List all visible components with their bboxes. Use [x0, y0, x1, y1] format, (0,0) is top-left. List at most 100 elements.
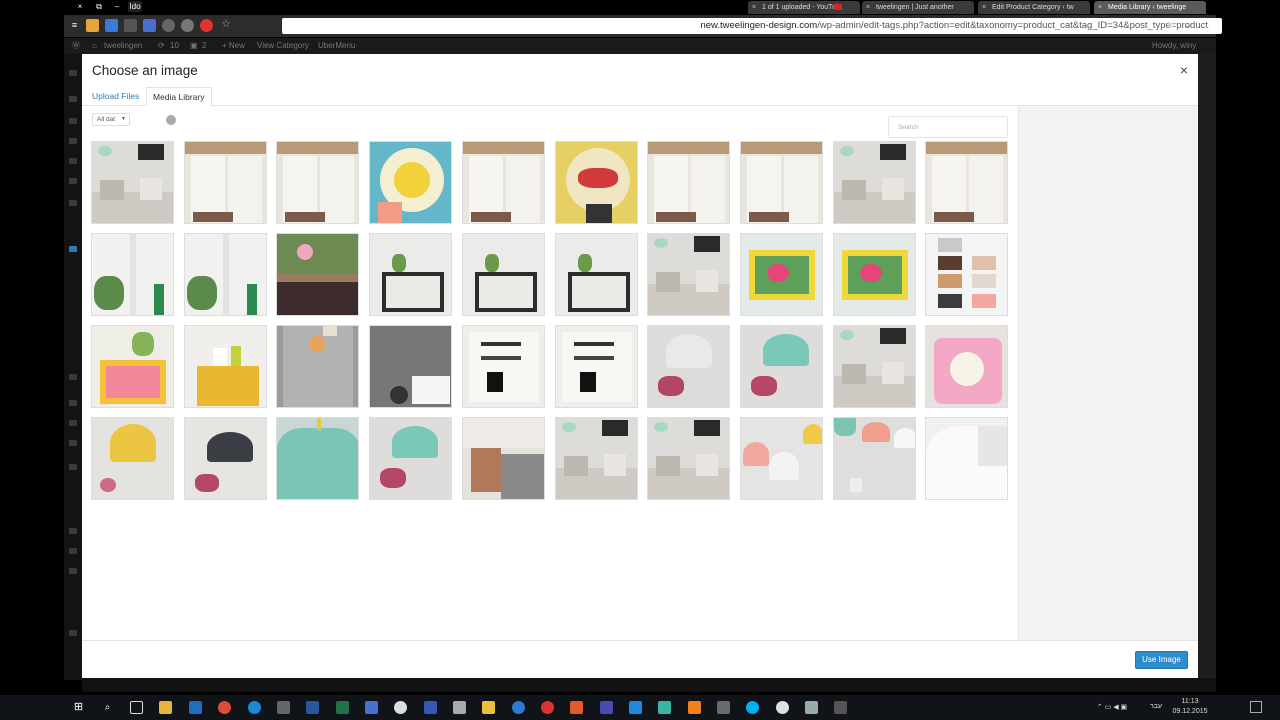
settings-icon[interactable] — [69, 464, 77, 470]
calculator-icon[interactable] — [453, 701, 466, 714]
forward-icon[interactable]: → — [1200, 19, 1213, 32]
settings-extension-icon[interactable] — [200, 19, 213, 32]
media-thumbnail[interactable] — [462, 141, 545, 224]
tab-tweelingen-home[interactable]: × tweelingen | Just another — [862, 1, 974, 14]
minimize-window-icon[interactable]: – — [111, 1, 123, 12]
media-thumbnail[interactable] — [91, 141, 174, 224]
media-thumbnail[interactable] — [369, 417, 452, 500]
plugin-extra-icon[interactable] — [69, 528, 77, 534]
media-thumbnail[interactable] — [925, 233, 1008, 316]
app-icon[interactable] — [805, 701, 818, 714]
windows-start-icon[interactable]: ⊞ — [72, 701, 85, 714]
comments-icon[interactable] — [69, 158, 77, 164]
media-thumbnail[interactable] — [555, 233, 638, 316]
media-thumbnail[interactable] — [184, 417, 267, 500]
outlook-icon[interactable] — [189, 701, 202, 714]
media-thumbnail[interactable] — [276, 233, 359, 316]
tab-close-icon[interactable]: × — [1098, 1, 1102, 14]
media-thumbnail[interactable] — [369, 325, 452, 408]
close-icon[interactable]: × — [1180, 62, 1188, 78]
skype-icon[interactable] — [746, 701, 759, 714]
media-thumbnail[interactable] — [276, 141, 359, 224]
notifications-icon[interactable] — [1250, 701, 1262, 713]
updates-icon[interactable]: ⟳ — [158, 38, 165, 54]
app-icon[interactable] — [776, 701, 789, 714]
tools-icon[interactable] — [69, 440, 77, 446]
bookmark-star-icon[interactable]: ☆ — [219, 18, 233, 32]
target-extension-icon[interactable] — [181, 19, 194, 32]
app-icon[interactable] — [394, 701, 407, 714]
excel-icon[interactable] — [336, 701, 349, 714]
sticky-notes-icon[interactable] — [482, 701, 495, 714]
media-thumbnail[interactable] — [369, 233, 452, 316]
media-thumbnail[interactable] — [555, 141, 638, 224]
use-image-button[interactable]: Use Image — [1135, 651, 1188, 669]
plugins-icon[interactable] — [69, 400, 77, 406]
tab-close-icon[interactable]: × — [752, 1, 756, 14]
media-thumbnail[interactable] — [647, 325, 730, 408]
pages-icon[interactable] — [69, 138, 77, 144]
media-icon[interactable] — [69, 118, 77, 124]
view-category-link[interactable]: View Category — [257, 38, 309, 54]
new-content-link[interactable]: + New — [222, 38, 245, 54]
app-icon[interactable] — [600, 701, 613, 714]
media-thumbnail[interactable] — [462, 417, 545, 500]
media-thumbnail[interactable] — [740, 233, 823, 316]
plugin-extra-icon[interactable] — [69, 568, 77, 574]
media-thumbnail[interactable] — [184, 233, 267, 316]
media-thumbnail[interactable] — [462, 325, 545, 408]
ubermenu-link[interactable]: UberMenu — [318, 38, 355, 54]
updates-count[interactable]: 10 — [170, 38, 179, 54]
tab-media-library[interactable]: Media Library — [146, 87, 212, 106]
ghost-extension-icon[interactable] — [162, 19, 175, 32]
media-thumbnail[interactable] — [276, 325, 359, 408]
clock-time[interactable]: 11:13 — [1170, 698, 1210, 705]
address-bar[interactable]: new.tweelingen-design.com/wp-admin/edit-… — [282, 18, 1222, 34]
task-view-icon[interactable] — [130, 701, 143, 714]
app-icon[interactable] — [717, 701, 730, 714]
close-window-icon[interactable]: × — [74, 1, 86, 12]
comments-icon[interactable]: ▣ — [190, 38, 198, 54]
media-thumbnail[interactable] — [462, 233, 545, 316]
tab-media-library[interactable]: × Media Library ‹ tweelinge — [1094, 1, 1206, 14]
app-icon[interactable] — [424, 701, 437, 714]
chrome-icon[interactable] — [218, 701, 231, 714]
tab-close-icon[interactable]: × — [982, 1, 986, 14]
media-thumbnail[interactable] — [925, 141, 1008, 224]
media-thumbnail[interactable] — [647, 417, 730, 500]
menu-icon[interactable]: ≡ — [68, 19, 81, 32]
app-icon[interactable] — [512, 701, 525, 714]
media-thumbnail[interactable] — [833, 417, 916, 500]
tab-youtube-upload[interactable]: × 1 of 1 uploaded - YouTub — [748, 1, 860, 14]
notes-icon[interactable] — [277, 701, 290, 714]
tab-close-icon[interactable]: × — [866, 1, 870, 14]
media-thumbnail[interactable] — [925, 417, 1008, 500]
wordpress-logo-icon[interactable]: Ⓦ — [72, 38, 80, 54]
media-thumbnail[interactable] — [369, 141, 452, 224]
media-thumbnail[interactable] — [833, 233, 916, 316]
search-input[interactable] — [888, 116, 1008, 138]
code-extension-icon[interactable] — [124, 19, 137, 32]
dashboard-icon[interactable] — [69, 70, 77, 76]
users-icon[interactable] — [69, 420, 77, 426]
app-icon[interactable] — [629, 701, 642, 714]
media-thumbnail[interactable] — [833, 141, 916, 224]
media-thumbnail[interactable] — [740, 417, 823, 500]
media-thumbnail[interactable] — [555, 325, 638, 408]
media-thumbnail[interactable] — [184, 325, 267, 408]
system-tray-icons[interactable]: ⌃ ▭ ◀ ▣ — [1092, 703, 1132, 711]
word-icon[interactable] — [306, 701, 319, 714]
appearance-icon[interactable] — [69, 374, 77, 380]
home-icon[interactable]: ⌂ — [92, 38, 97, 54]
media-thumbnail[interactable] — [833, 325, 916, 408]
vlc-icon[interactable] — [688, 701, 701, 714]
media-thumbnail[interactable] — [740, 141, 823, 224]
media-thumbnail[interactable] — [91, 325, 174, 408]
site-name[interactable]: tweelingen — [104, 38, 142, 54]
media-thumbnail[interactable] — [91, 233, 174, 316]
collapse-menu-icon[interactable] — [69, 630, 77, 636]
media-thumbnail[interactable] — [91, 417, 174, 500]
tab-upload-files[interactable]: Upload Files — [86, 87, 145, 106]
comments-count[interactable]: 2 — [202, 38, 206, 54]
media-thumbnail[interactable] — [740, 325, 823, 408]
